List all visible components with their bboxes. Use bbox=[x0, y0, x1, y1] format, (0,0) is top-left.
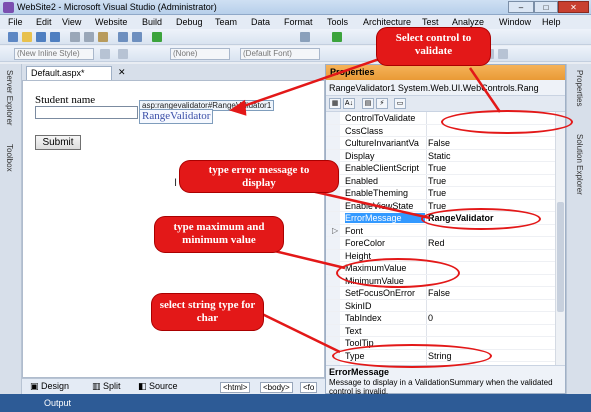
arrowhead-validator bbox=[229, 99, 247, 116]
highlight-max-min-value bbox=[336, 258, 460, 288]
highlight-error-message bbox=[421, 208, 541, 230]
highlight-type bbox=[332, 344, 492, 368]
arrow-to-control-to-validate bbox=[468, 67, 502, 113]
highlight-control-to-validate bbox=[441, 110, 573, 134]
arrow-to-validator bbox=[237, 56, 383, 110]
arrow-to-error-message bbox=[297, 186, 431, 220]
callout-max-min: type maximum and minimum value bbox=[155, 217, 283, 252]
arrow-to-type bbox=[257, 310, 341, 354]
callout-select-control: Select control to validate bbox=[377, 28, 490, 65]
callout-error-message: type error message to display bbox=[180, 161, 338, 192]
callout-string-type: select string type for char bbox=[152, 294, 263, 330]
annotation-arrows bbox=[229, 56, 502, 354]
